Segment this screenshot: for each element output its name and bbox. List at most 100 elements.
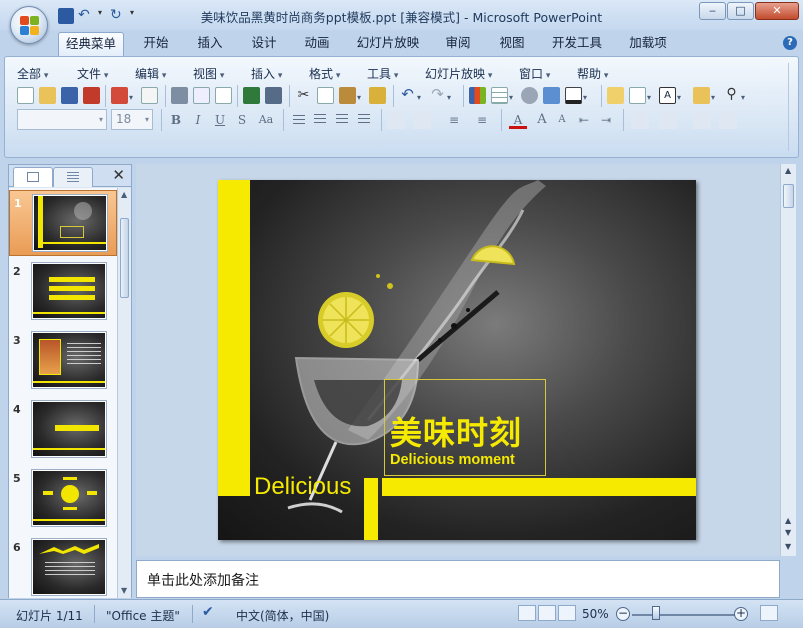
text-box-icon[interactable]: A [659,87,676,104]
layout-icon[interactable] [629,87,646,104]
new-slide-icon[interactable] [607,87,624,104]
print-preview-icon[interactable] [193,87,210,104]
tab-slideshow[interactable]: 幻灯片放映 [351,32,425,56]
spelling-check-icon[interactable]: ✔ [202,604,214,620]
slide-word[interactable]: Delicious [254,473,351,501]
thumbnail-slide-5[interactable]: 5 [9,466,117,532]
format-painter-icon[interactable] [369,87,386,104]
increase-indent-icon[interactable]: ⇥ [597,111,615,129]
cut-icon[interactable]: ✂ [295,87,312,104]
scroll-down-icon[interactable]: ▼ [785,542,791,551]
spelling-icon[interactable] [243,87,260,104]
thumbnail-slide-4[interactable]: 4 [9,397,117,463]
minimize-button[interactable]: ‒ [699,2,726,20]
slide-subtitle[interactable]: Delicious moment [390,452,515,468]
tab-addins[interactable]: 加载项 [622,32,674,56]
fit-to-window-button[interactable] [760,605,778,621]
zoom-level[interactable]: 50% [582,607,609,621]
previous-slide-icon[interactable]: ▲ [785,516,791,525]
shadow-button[interactable]: S [233,111,251,129]
zoom-slider[interactable] [632,614,738,616]
thumbnails-scrollbar[interactable]: ▲ ▼ [117,188,131,598]
office-button[interactable] [10,6,48,44]
columns-icon[interactable] [387,111,405,129]
text-direction-icon[interactable] [413,111,431,129]
tab-insert[interactable]: 插入 [190,32,230,56]
tab-developer[interactable]: 开发工具 [546,32,608,56]
justify-button[interactable] [355,111,373,129]
menu-slideshow[interactable]: 幻灯片放映 [425,65,492,82]
menu-view[interactable]: 视图 [193,65,224,82]
maximize-button[interactable]: □ [727,2,754,20]
new-icon[interactable] [17,87,34,104]
clip-art-icon[interactable] [521,87,538,104]
align-right-button[interactable] [333,111,351,129]
line-style-icon[interactable] [565,87,582,104]
undo-icon[interactable]: ↶ [399,87,416,104]
slide-title[interactable]: 美味时刻 [390,408,522,454]
close-icon[interactable]: ✕ [112,166,125,184]
scroll-thumb[interactable] [120,218,129,298]
numbering-icon[interactable]: ≡ [445,111,463,129]
tab-design[interactable]: 设计 [244,32,284,56]
scroll-thumb[interactable] [783,184,794,208]
decrease-indent-icon[interactable]: ⇤ [575,111,593,129]
search-icon[interactable]: ⚲ [723,87,740,104]
next-slide-icon[interactable]: ▼ [785,528,791,537]
open-icon[interactable] [39,87,56,104]
font-size-select[interactable]: 18 ▾ [111,109,153,130]
arrange-icon[interactable] [631,111,649,129]
thumbnail-slide-6[interactable]: 6 [9,535,117,598]
tab-review[interactable]: 审阅 [438,32,478,56]
tab-home[interactable]: 开始 [136,32,176,56]
thumbnail-slide-3[interactable]: 3 [9,328,117,394]
scroll-up-icon[interactable]: ▲ [121,190,127,199]
shape-fill-icon[interactable] [719,111,737,129]
menu-file[interactable]: 文件 [77,65,108,82]
tab-classic-menu[interactable]: 经典菜单 [58,32,124,56]
menu-all[interactable]: 全部 [17,65,48,82]
scroll-up-icon[interactable]: ▲ [785,166,791,175]
picture-icon[interactable] [543,87,560,104]
save-icon[interactable] [61,87,78,104]
tab-animations[interactable]: 动画 [297,32,337,56]
menu-help[interactable]: 帮助 [577,65,608,82]
slide-sorter-button[interactable] [538,605,556,621]
tab-outline[interactable] [53,167,93,187]
theme-name[interactable]: "Office 主题" [106,607,180,624]
copy-icon[interactable] [317,87,334,104]
zoom-slider-knob[interactable] [652,606,660,620]
folder-icon[interactable] [693,87,710,104]
italic-button[interactable]: I [189,111,207,129]
notes-pane[interactable]: 单击此处添加备注 [136,560,780,598]
reference-icon[interactable] [265,87,282,104]
scroll-down-icon[interactable]: ▼ [121,586,127,595]
bullets-icon[interactable]: ≡ [473,111,491,129]
tab-slides[interactable] [13,167,53,187]
help-icon[interactable]: ? [783,36,797,50]
menu-tools[interactable]: 工具 [367,65,398,82]
font-color-icon[interactable]: A [509,111,527,129]
ribbon-scrollbar[interactable] [788,63,795,151]
normal-view-button[interactable] [518,605,536,621]
change-case-button[interactable]: Aa [255,111,277,129]
redo-icon[interactable]: ↷ [429,87,446,104]
close-button[interactable]: ✕ [755,2,799,20]
font-name-select[interactable]: ▾ [17,109,107,130]
table-icon[interactable] [491,87,508,104]
menu-format[interactable]: 格式 [309,65,340,82]
chart-icon[interactable] [469,87,486,104]
language-indicator[interactable]: 中文(简体，中国) [236,607,329,624]
quick-styles-icon[interactable] [693,111,711,129]
tab-view[interactable]: 视图 [492,32,532,56]
thumbnail-slide-1[interactable]: 1 [9,190,117,256]
email-icon[interactable] [141,87,158,104]
zoom-in-button[interactable]: + [734,607,748,621]
thumbnail-slide-2[interactable]: 2 [9,259,117,325]
paste-icon[interactable] [339,87,356,104]
decrease-font-icon[interactable]: A [553,111,571,129]
align-center-button[interactable] [311,111,329,129]
shapes-icon[interactable] [659,111,677,129]
slide-scrollbar[interactable]: ▲ ▲ ▼ ▼ [780,164,796,556]
underline-button[interactable]: U [211,111,229,129]
